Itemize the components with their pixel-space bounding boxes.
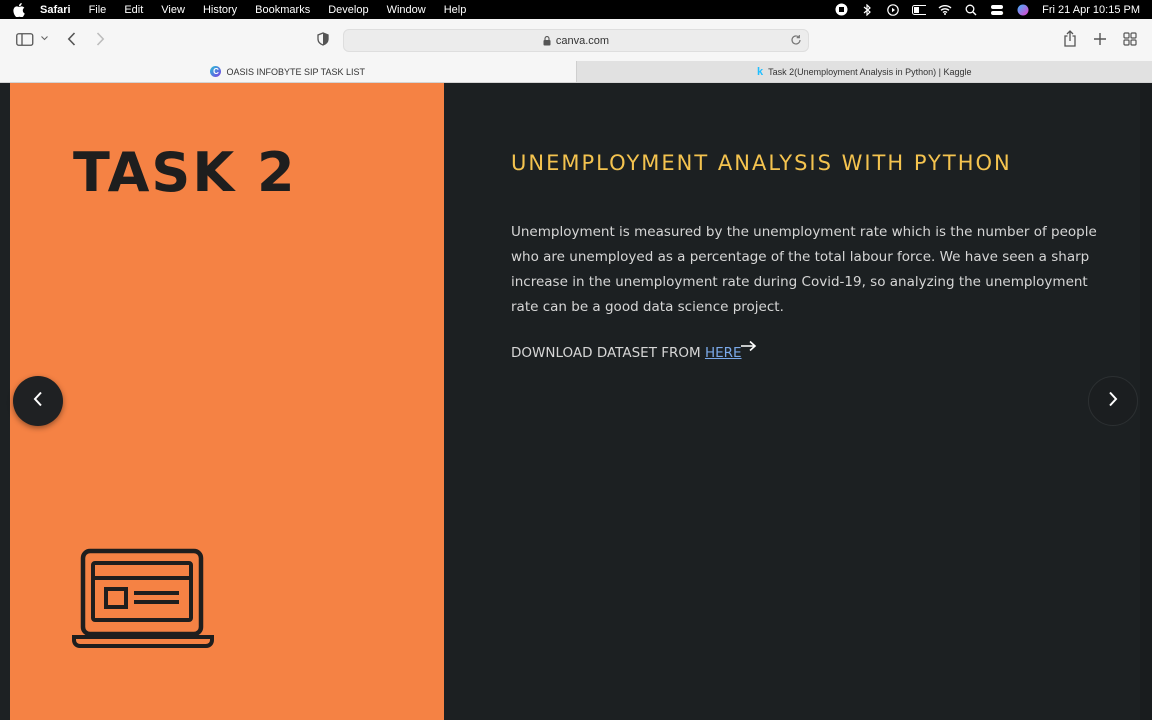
privacy-shield-icon[interactable] bbox=[317, 32, 329, 46]
presentation-slide: TASK 2 UNEMPLOYMENT ANALYSIS WITH PYTHON… bbox=[0, 83, 1152, 720]
address-bar[interactable]: canva.com bbox=[343, 29, 809, 52]
chevron-left-icon bbox=[33, 391, 43, 412]
battery-icon[interactable] bbox=[912, 4, 927, 16]
laptop-icon bbox=[72, 548, 214, 655]
slide-body: Unemployment is measured by the unemploy… bbox=[511, 224, 1097, 315]
siri-icon[interactable] bbox=[1016, 4, 1030, 16]
download-link[interactable]: HERE bbox=[705, 345, 742, 361]
tab-kaggle[interactable]: k Task 2(Unemployment Analysis in Python… bbox=[575, 61, 1152, 82]
canva-icon: C bbox=[210, 66, 222, 77]
menu-file[interactable]: File bbox=[89, 4, 107, 16]
menu-bar: Safari File Edit View History Bookmarks … bbox=[0, 0, 1152, 19]
menu-view[interactable]: View bbox=[161, 4, 185, 16]
download-line: DOWNLOAD DATASET FROM HERE bbox=[511, 345, 742, 361]
slide-right-edge bbox=[1140, 83, 1152, 720]
chevron-right-icon bbox=[1108, 391, 1118, 412]
tab-bar: C OASIS INFOBYTE SIP TASK LIST k Task 2(… bbox=[0, 61, 1152, 83]
share-icon[interactable] bbox=[1063, 30, 1077, 47]
search-icon[interactable] bbox=[964, 4, 978, 16]
tab-oasis-infobyte[interactable]: C OASIS INFOBYTE SIP TASK LIST bbox=[0, 61, 576, 82]
bluetooth-icon[interactable] bbox=[860, 3, 874, 16]
reload-icon[interactable] bbox=[790, 34, 802, 46]
record-icon[interactable] bbox=[834, 3, 848, 16]
previous-slide-button[interactable] bbox=[13, 376, 63, 426]
tab-overview-icon[interactable] bbox=[1123, 32, 1137, 46]
download-text: DOWNLOAD DATASET FROM bbox=[511, 345, 705, 361]
cursor-arrow-icon bbox=[740, 339, 758, 358]
forward-icon[interactable] bbox=[96, 32, 105, 46]
lock-icon bbox=[543, 35, 551, 46]
back-icon[interactable] bbox=[67, 32, 76, 46]
browser-toolbar: canva.com bbox=[0, 19, 1152, 61]
control-center-icon[interactable] bbox=[990, 4, 1005, 16]
sidebar-toggle-icon[interactable] bbox=[16, 33, 34, 46]
slide-heading: UNEMPLOYMENT ANALYSIS WITH PYTHON bbox=[511, 151, 1012, 175]
kaggle-icon: k bbox=[756, 65, 764, 78]
menu-window[interactable]: Window bbox=[387, 4, 426, 16]
wifi-icon[interactable] bbox=[938, 4, 952, 16]
chevron-down-icon[interactable] bbox=[41, 36, 48, 41]
orange-panel: TASK 2 bbox=[10, 83, 444, 720]
tab-label: Task 2(Unemployment Analysis in Python) … bbox=[768, 66, 972, 77]
tab-label: OASIS INFOBYTE SIP TASK LIST bbox=[226, 66, 366, 77]
menu-develop[interactable]: Develop bbox=[328, 4, 368, 16]
apple-icon[interactable] bbox=[12, 2, 26, 17]
next-slide-button[interactable] bbox=[1088, 376, 1138, 426]
play-icon[interactable] bbox=[886, 3, 900, 16]
menu-help[interactable]: Help bbox=[444, 4, 467, 16]
menu-edit[interactable]: Edit bbox=[124, 4, 143, 16]
menu-safari[interactable]: Safari bbox=[40, 4, 71, 16]
new-tab-icon[interactable] bbox=[1093, 32, 1107, 46]
content-panel: UNEMPLOYMENT ANALYSIS WITH PYTHON Unempl… bbox=[444, 83, 1152, 720]
menu-clock[interactable]: Fri 21 Apr 10:15 PM bbox=[1042, 4, 1140, 16]
address-text: canva.com bbox=[555, 34, 610, 47]
slide-title: TASK 2 bbox=[73, 141, 297, 204]
slide-left-edge bbox=[0, 83, 10, 720]
menu-history[interactable]: History bbox=[203, 4, 237, 16]
menu-bookmarks[interactable]: Bookmarks bbox=[255, 4, 310, 16]
